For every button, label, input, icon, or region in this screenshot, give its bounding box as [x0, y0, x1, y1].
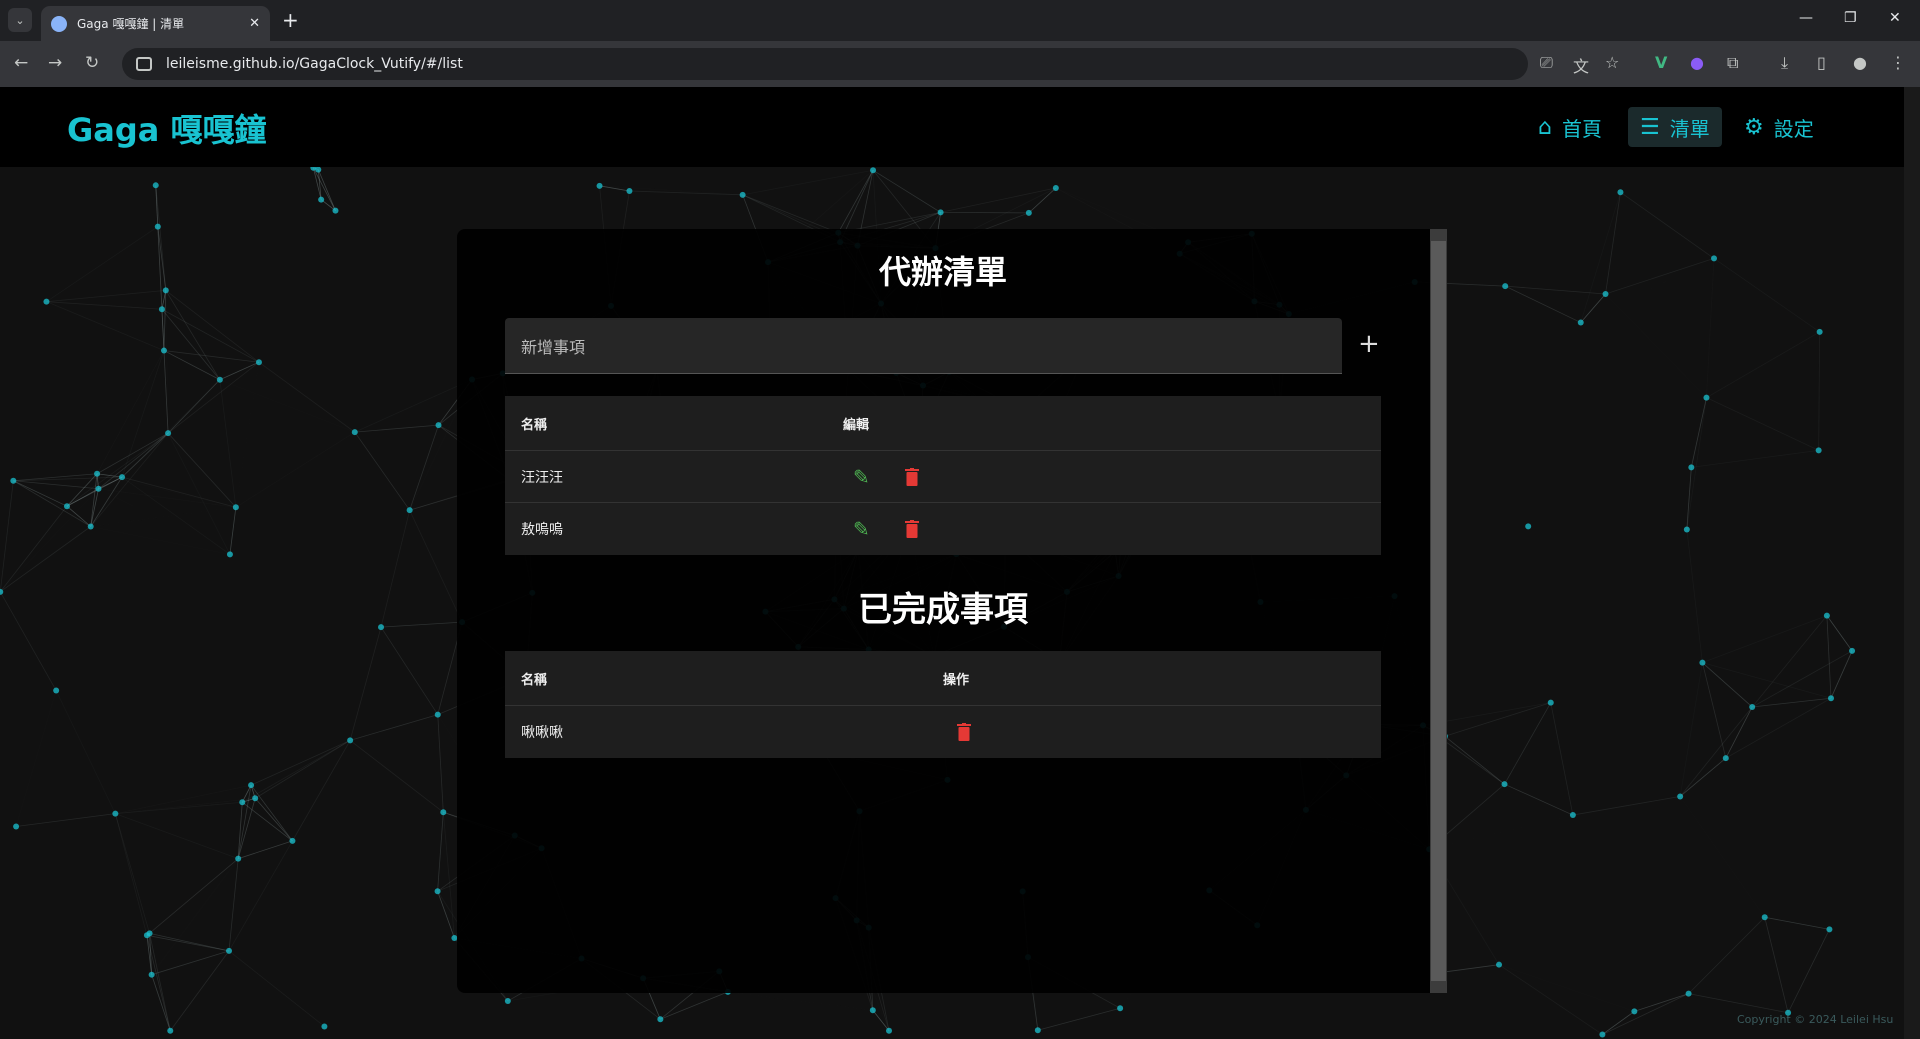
nav-home-label: 首頁 — [1561, 116, 1602, 141]
app-bar: Gaga 嘎嘎鐘 ⌂ 首頁 ☰ 清單 ⚙ 設定 — [0, 87, 1904, 167]
browser-tab-strip: ⌄ Gaga 嘎嘎鐘 | 清單 ✕ + — ❐ ✕ — [0, 0, 1920, 41]
nav-list-label: 清單 — [1669, 116, 1710, 141]
header-name: 名稱 — [521, 417, 548, 433]
minimize-icon[interactable]: — — [1799, 10, 1813, 26]
table-header: 名稱 編輯 — [505, 396, 1381, 451]
nav-home[interactable]: ⌂ 首頁 — [1526, 107, 1614, 147]
delete-trash-icon[interactable] — [905, 467, 919, 486]
nav-list[interactable]: ☰ 清單 — [1628, 107, 1722, 147]
page-scrollbar[interactable] — [1904, 87, 1920, 1039]
reload-icon[interactable]: ↻ — [85, 53, 99, 73]
copyright-text: Copyright © 2024 Leilei Hsu — [1737, 1013, 1894, 1026]
browser-tab[interactable]: Gaga 嘎嘎鐘 | 清單 ✕ — [41, 6, 270, 41]
todo-table: 名稱 編輯 汪汪汪 ✎ 敖嗚嗚 ✎ — [505, 396, 1381, 555]
delete-trash-icon[interactable] — [905, 520, 919, 538]
bookmark-star-icon[interactable]: ☆ — [1605, 53, 1619, 72]
brand-title[interactable]: Gaga 嘎嘎鐘 — [67, 105, 267, 151]
edit-pencil-icon[interactable]: ✎ — [853, 517, 870, 541]
delete-trash-icon[interactable] — [957, 723, 971, 741]
site-info-icon[interactable] — [136, 57, 152, 71]
tab-title: Gaga 嘎嘎鐘 | 清單 — [77, 17, 185, 31]
download-icon[interactable]: ⤓ — [1781, 53, 1788, 73]
gear-icon: ⚙ — [1744, 114, 1764, 140]
nav-settings-label: 設定 — [1773, 116, 1814, 141]
restore-icon[interactable]: ❐ — [1844, 10, 1857, 26]
window-close-icon[interactable]: ✕ — [1889, 10, 1901, 26]
nav-settings[interactable]: ⚙ 設定 — [1732, 107, 1826, 147]
url-text: leileisme.github.io/GagaClock_Vutify/#/l… — [166, 56, 463, 72]
side-panel-icon[interactable]: ▯ — [1817, 53, 1826, 72]
close-icon[interactable]: ✕ — [249, 16, 260, 31]
back-icon[interactable]: ← — [14, 53, 28, 73]
done-title: 已完成事項 — [858, 590, 1028, 630]
item-name: 啾啾啾 — [521, 725, 563, 741]
table-row: 敖嗚嗚 ✎ — [505, 503, 1381, 555]
page: Gaga 嘎嘎鐘 ⌂ 首頁 ☰ 清單 ⚙ 設定 代辦清單 新增事項 + 名稱 編… — [0, 87, 1904, 1039]
favicon-icon — [51, 15, 67, 32]
browser-toolbar: ← → ↻ leileisme.github.io/GagaClock_Vuti… — [0, 41, 1920, 87]
forward-icon[interactable]: → — [48, 53, 62, 73]
translate-icon[interactable]: 文 — [1573, 53, 1589, 77]
edit-pencil-icon[interactable]: ✎ — [853, 465, 870, 489]
table-header: 名稱 操作 — [505, 651, 1381, 706]
new-tab-button[interactable]: + — [282, 9, 299, 31]
tab-search-button[interactable]: ⌄ — [8, 8, 32, 32]
new-item-input[interactable]: 新增事項 — [505, 318, 1342, 374]
add-item-button[interactable]: + — [1358, 331, 1380, 357]
todo-title: 代辦清單 — [878, 253, 1007, 291]
install-app-icon[interactable]: ⎚ — [1540, 53, 1553, 73]
header-edit: 編輯 — [843, 417, 870, 433]
item-name: 敖嗚嗚 — [521, 522, 563, 538]
done-table: 名稱 操作 啾啾啾 — [505, 651, 1381, 758]
table-row: 啾啾啾 — [505, 706, 1381, 758]
item-name: 汪汪汪 — [521, 469, 563, 486]
address-bar[interactable]: leileisme.github.io/GagaClock_Vutify/#/l… — [122, 48, 1528, 80]
vue-devtools-icon[interactable]: V — [1655, 53, 1667, 72]
extension-icon[interactable]: ● — [1690, 53, 1704, 72]
card-scrollbar[interactable] — [1430, 229, 1447, 993]
list-edit-icon: ☰ — [1640, 114, 1660, 140]
home-icon: ⌂ — [1538, 114, 1552, 140]
table-row: 汪汪汪 ✎ — [505, 451, 1381, 503]
menu-icon[interactable]: ⋮ — [1890, 53, 1906, 72]
extensions-puzzle-icon[interactable]: ⧉ — [1727, 53, 1738, 73]
header-name: 名稱 — [521, 672, 548, 688]
header-action: 操作 — [943, 672, 970, 688]
profile-icon[interactable]: ● — [1853, 53, 1867, 72]
